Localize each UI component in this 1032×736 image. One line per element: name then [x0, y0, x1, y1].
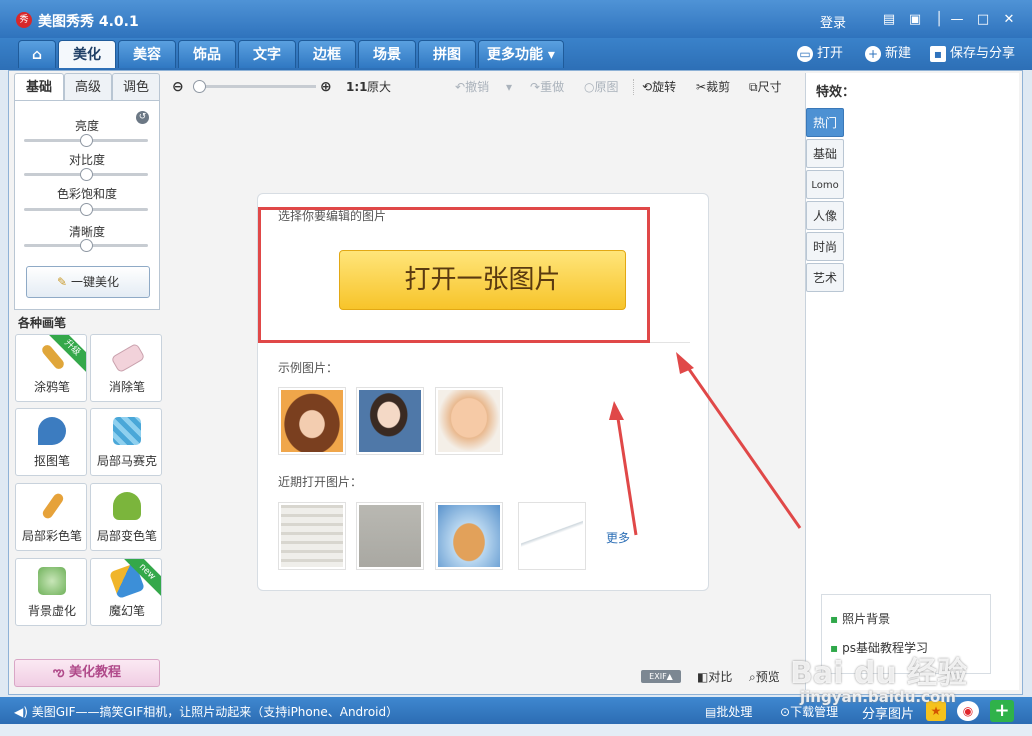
annotation-arrow-1	[676, 352, 802, 529]
annotation-arrows	[609, 352, 802, 536]
baidu-watermark-url: jingyan.baidu.com	[800, 688, 956, 706]
baidu-watermark-logo: Bai du 经验	[790, 656, 968, 691]
annotation-arrow-2	[609, 401, 638, 536]
